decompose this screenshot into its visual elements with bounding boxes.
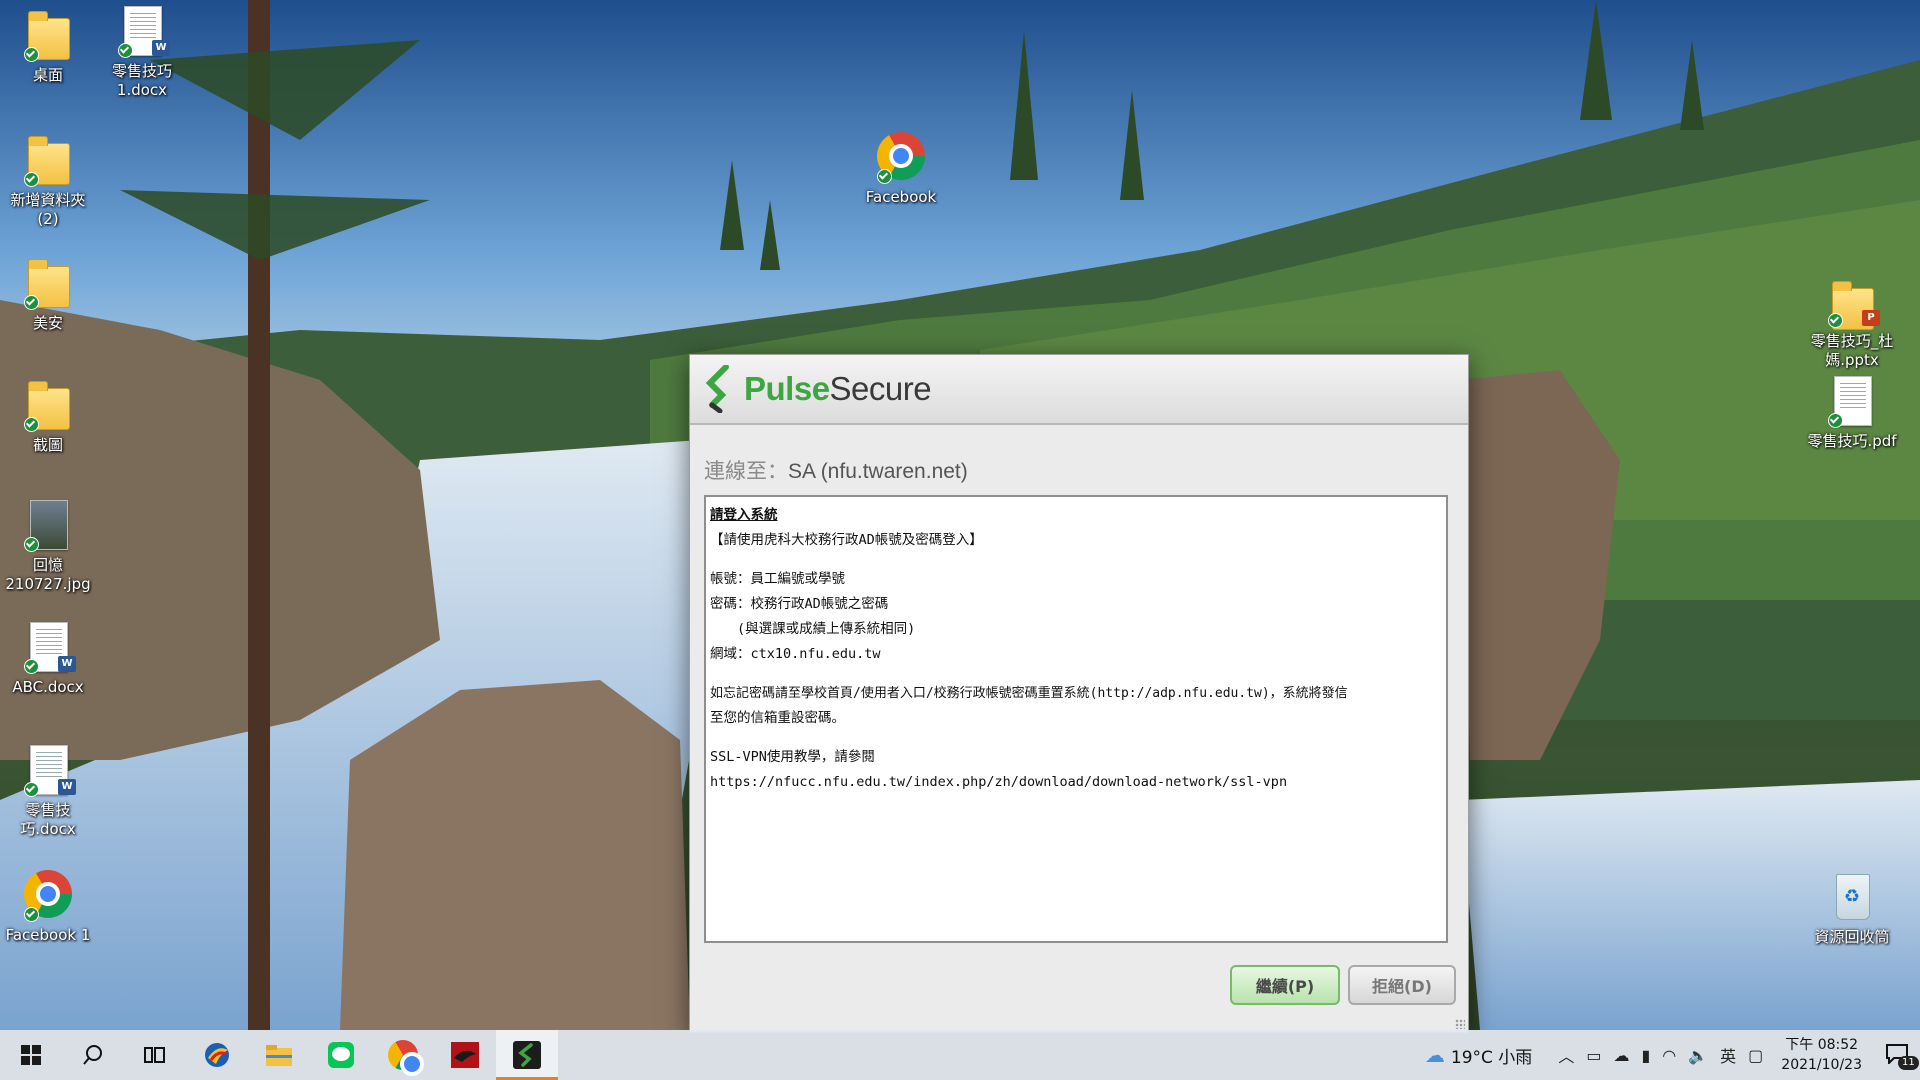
desktop-icon-label: 桌面: [32, 66, 63, 84]
desktop-icon-label: 美安: [32, 314, 63, 332]
connection-prefix: 連線至：: [704, 460, 788, 483]
message-link[interactable]: https://nfucc.nfu.edu.tw/index.php/zh/do…: [710, 770, 1442, 795]
desktop-icon-new-folder[interactable]: 新增資料夾 (2): [0, 135, 96, 229]
start-button[interactable]: [0, 1030, 62, 1080]
message-line: 至您的信箱重設密碼。: [710, 710, 845, 726]
cloud-icon[interactable]: ☁: [1613, 1046, 1629, 1065]
logo-wordmark: PulseSecure: [744, 370, 932, 408]
pulse-secure-icon: [513, 1041, 541, 1069]
taskbar-file-explorer[interactable]: [248, 1030, 310, 1080]
desktop-icon-abc-docx[interactable]: W ABC.docx: [0, 622, 96, 697]
system-tray: ☁ 19°C 小雨 ︿ ▭ ☁ ▮ ◠ 🔈 英 ▢ 下午 08:52 2021/…: [1419, 1030, 1920, 1080]
line-icon: [328, 1042, 354, 1068]
file-explorer-icon: [266, 1045, 292, 1066]
desktop-icon-label: 零售技巧.docx: [20, 801, 76, 838]
desktop-icon-screenshot-folder[interactable]: 截圖: [0, 380, 96, 455]
message-line: 【請使用虎科大校務行政AD帳號及密碼登入】: [710, 532, 983, 548]
clock-date: 2021/10/23: [1781, 1057, 1862, 1073]
input-mode-icon[interactable]: ▢: [1748, 1046, 1763, 1065]
desktop-icon-label: 零售技巧_杜媽.pptx: [1810, 332, 1894, 369]
notification-button[interactable]: 11: [1880, 1030, 1920, 1080]
connection-target: 連線至：SA (nfu.twaren.net): [704, 455, 968, 485]
clock-time: 下午 08:52: [1785, 1037, 1859, 1053]
recycle-bin-icon: ♻: [1836, 874, 1870, 920]
taskbar-line[interactable]: [310, 1030, 372, 1080]
taskbar: ☁ 19°C 小雨 ︿ ▭ ☁ ▮ ◠ 🔈 英 ▢ 下午 08:52 2021/…: [0, 1030, 1920, 1080]
notification-count: 11: [1898, 1056, 1919, 1070]
decline-button[interactable]: 拒絕(D): [1348, 965, 1456, 1005]
desktop-icon-retail-pptx[interactable]: P 零售技巧_杜媽.pptx: [1804, 276, 1900, 370]
desktop-icon-retail-pdf[interactable]: 零售技巧.pdf: [1804, 376, 1900, 451]
desktop-icon-desktop-folder[interactable]: 桌面: [0, 10, 96, 85]
pulse-secure-dialog: PulseSecure 連線至：SA (nfu.twaren.net) 請登入系…: [689, 354, 1469, 1033]
pulse-secure-logo: PulseSecure: [704, 365, 932, 413]
search-button[interactable]: [62, 1030, 124, 1080]
desktop-icon-label: Facebook: [865, 188, 937, 206]
message-line: 帳號：員工編號或學號: [710, 571, 845, 587]
wifi-icon[interactable]: ◠: [1662, 1046, 1676, 1065]
message-line: 網域：ctx10.nfu.edu.tw: [710, 646, 881, 662]
desktop-icon-retail-docx[interactable]: W 零售技巧.docx: [0, 745, 96, 839]
desktop-icon-label: 資源回收筒: [1814, 928, 1890, 946]
weather-icon: ☁: [1424, 1043, 1445, 1067]
clock[interactable]: 下午 08:52 2021/10/23: [1781, 1035, 1862, 1075]
desktop-icon-label: 零售技巧.pdf: [1807, 432, 1897, 450]
dialog-header: PulseSecure: [690, 355, 1468, 425]
desktop-icon-photo[interactable]: 回憶 210727.jpg: [0, 500, 96, 594]
weather-text[interactable]: 19°C 小雨: [1451, 1043, 1532, 1068]
task-view-button[interactable]: [124, 1030, 186, 1080]
battery-icon[interactable]: ▮: [1641, 1046, 1650, 1065]
taskbar-red-app[interactable]: [434, 1030, 496, 1080]
desktop-icon-label: Facebook 1: [5, 926, 91, 944]
message-title: 請登入系統: [710, 507, 778, 523]
task-view-icon: [144, 1047, 165, 1063]
search-icon: [83, 1045, 102, 1065]
desktop-icon-facebook[interactable]: Facebook: [853, 132, 949, 207]
pre-sign-in-message[interactable]: 請登入系統 【請使用虎科大校務行政AD帳號及密碼登入】 帳號：員工編號或學號 密…: [704, 495, 1448, 943]
chevron-up-icon[interactable]: ︿: [1558, 1043, 1574, 1067]
device-icon[interactable]: ▭: [1586, 1046, 1601, 1065]
pulse-secure-logo-icon: [705, 365, 729, 413]
taskbar-pulse-secure[interactable]: [496, 1030, 558, 1080]
chrome-icon: [388, 1040, 424, 1076]
bird-app-icon: [205, 1043, 229, 1067]
desktop-icon-label: 截圖: [32, 436, 63, 454]
message-line: 密碼：校務行政AD帳號之密碼: [710, 596, 889, 612]
desktop-icon-label: 零售技巧 1.docx: [111, 62, 172, 99]
message-line: (與選課或成績上傳系統相同): [710, 621, 916, 637]
message-line: 如忘記密碼請至學校首頁/使用者入口/校務行政帳號密碼重置系統(http://ad…: [710, 686, 1348, 701]
desktop-icon-meian-folder[interactable]: 美安: [0, 258, 96, 333]
logo-text-pulse: Pulse: [744, 370, 830, 407]
red-app-icon: [451, 1042, 479, 1068]
desktop-icon-facebook-1[interactable]: Facebook 1: [0, 870, 96, 945]
message-line: SSL-VPN使用教學，請參閱: [710, 749, 875, 765]
logo-text-secure: Secure: [829, 370, 932, 407]
resize-grip[interactable]: [1455, 1019, 1465, 1029]
taskbar-vpn-app[interactable]: [186, 1030, 248, 1080]
desktop-icon-recycle-bin[interactable]: ♻ 資源回收筒: [1804, 872, 1900, 947]
desktop-icon-label: 回憶 210727.jpg: [5, 556, 91, 593]
desktop-icon-label: 新增資料夾 (2): [10, 191, 86, 228]
ime-indicator[interactable]: 英: [1720, 1043, 1736, 1067]
taskbar-chrome[interactable]: [372, 1030, 434, 1080]
desktop-icon-retail-1-docx[interactable]: W 零售技巧 1.docx: [94, 6, 190, 100]
continue-button[interactable]: 繼續(P): [1230, 965, 1340, 1005]
connection-server: SA (nfu.twaren.net): [788, 460, 968, 483]
desktop-icon-label: ABC.docx: [12, 678, 84, 696]
windows-icon: [21, 1045, 41, 1065]
volume-icon[interactable]: 🔈: [1688, 1046, 1708, 1065]
